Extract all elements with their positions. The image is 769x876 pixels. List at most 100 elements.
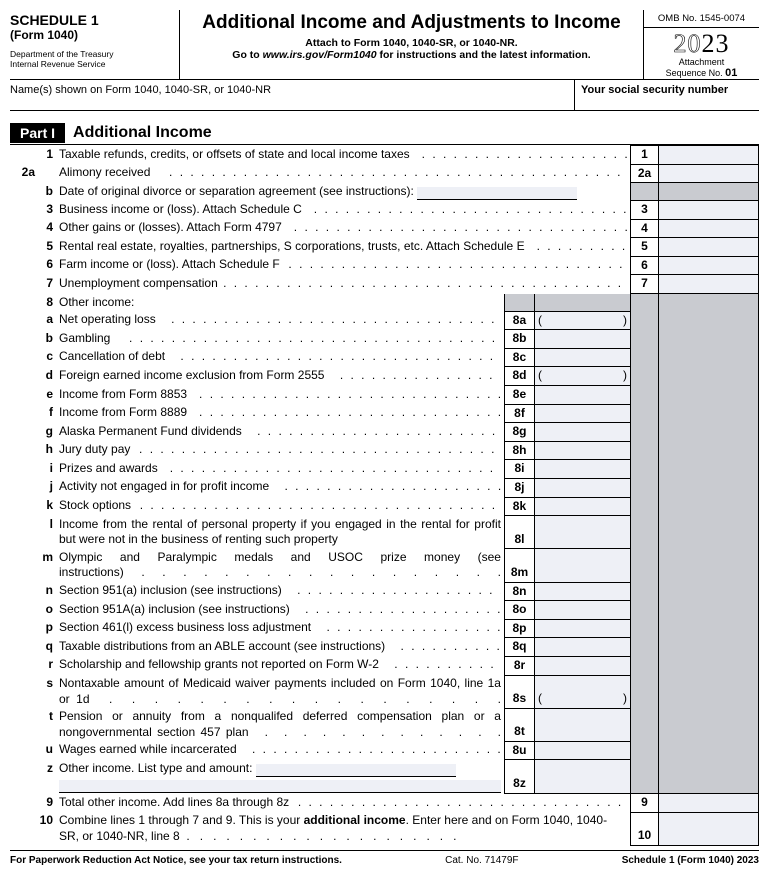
goto-post: for instructions and the latest informat… [377,49,591,61]
line-8k: k Stock options 8k [10,497,759,516]
box-10-value[interactable] [659,812,759,845]
box-6-value[interactable] [659,256,759,275]
box-8a-label: 8a [504,311,534,330]
box-8p-value[interactable] [534,619,630,638]
line-8q: q Taxable distributions from an ABLE acc… [10,638,759,657]
box-8u-value[interactable] [534,741,630,760]
line-3-text: Business income or (loss). Attach Schedu… [59,202,302,216]
line-8z-type-input[interactable] [256,764,456,777]
box-8c-value[interactable] [534,348,630,367]
box-8r-value[interactable] [534,656,630,675]
line-8z: z Other income. List type and amount: 8z [10,760,759,794]
year-outline: 20 [674,29,702,58]
line-5: 5 Rental real estate, royalties, partner… [10,238,759,257]
line-8d-text: Foreign earned income exclusion from For… [59,368,324,382]
box-8e-value[interactable] [534,386,630,405]
box-7-label: 7 [631,275,659,294]
line-3: 3 Business income or (loss). Attach Sche… [10,201,759,220]
box-1-value[interactable] [659,146,759,165]
box-8n-label: 8n [504,582,534,601]
box-5-value[interactable] [659,238,759,257]
box-8s-value[interactable]: () [534,675,630,708]
line-8n-text: Section 951(a) inclusion (see instructio… [59,583,282,597]
ssn-label: Your social security number [574,80,759,110]
line-8k-text: Stock options [59,498,131,512]
tax-year: 2023 [644,28,759,57]
line-8a-text: Net operating loss [59,312,156,326]
omb-number: OMB No. 1545-0074 [644,10,759,28]
footer-cat: Cat. No. 71479F [445,855,518,866]
line-8z-text: Other income. List type and amount: [59,761,252,775]
line-2b-input[interactable] [417,187,577,200]
line-8q-text: Taxable distributions from an ABLE accou… [59,639,385,653]
box-8j-value[interactable] [534,478,630,497]
schedule-label: SCHEDULE 1 [10,12,173,28]
line-8i: i Prizes and awards 8i [10,460,759,479]
line-8-text: Other income: [59,295,134,309]
box-8g-label: 8g [504,423,534,442]
name-ssn-row: Name(s) shown on Form 1040, 1040-SR, or … [10,80,759,111]
box-3-value[interactable] [659,201,759,220]
line-8c: c Cancellation of debt 8c [10,348,759,367]
header-right: OMB No. 1545-0074 2023 Attachment Sequen… [644,10,759,79]
box-8k-value[interactable] [534,497,630,516]
box-8p-label: 8p [504,619,534,638]
seq-no: 01 [725,67,737,79]
box-8j-label: 8j [504,478,534,497]
box-8i-value[interactable] [534,460,630,479]
box-8m-value[interactable] [534,549,630,582]
box-4-label: 4 [631,219,659,238]
line-8f-text: Income from Form 8889 [59,405,187,419]
box-8d-label: 8d [504,367,534,386]
box-8g-value[interactable] [534,423,630,442]
line-8g-text: Alaska Permanent Fund dividends [59,424,242,438]
box-9-value[interactable] [659,794,759,813]
goto-url: www.irs.gov/Form1040 [263,49,377,61]
box-8o-value[interactable] [534,601,630,620]
box-8f-value[interactable] [534,404,630,423]
header-left: SCHEDULE 1 (Form 1040) Department of the… [10,10,180,79]
form-title: Additional Income and Adjustments to Inc… [184,12,639,34]
goto-line: Go to www.irs.gov/Form1040 for instructi… [184,49,639,61]
line-8j: j Activity not engaged in for profit inc… [10,478,759,497]
line-10: 10 Combine lines 1 through 7 and 9. This… [10,812,759,845]
box-8n-value[interactable] [534,582,630,601]
line-6-text: Farm income or (loss). Attach Schedule F [59,257,280,271]
box-8b-value[interactable] [534,330,630,349]
line-8c-text: Cancellation of debt [59,349,165,363]
box-7-value[interactable] [659,275,759,294]
line-6: 6 Farm income or (loss). Attach Schedule… [10,256,759,275]
box-8e-label: 8e [504,386,534,405]
box-8t-value[interactable] [534,708,630,741]
line-8l-text: Income from the rental of personal prope… [59,517,501,548]
box-1-label: 1 [631,146,659,165]
line-8s-text: Nontaxable amount of Medicaid waiver pay… [59,676,501,706]
part-1-bar: Part I Additional Income [10,123,759,145]
box-8d-value[interactable]: () [534,367,630,386]
box-8m-label: 8m [504,549,534,582]
line-8e: e Income from Form 8853 8e [10,386,759,405]
box-2a-value[interactable] [659,164,759,183]
box-8f-label: 8f [504,404,534,423]
box-8h-label: 8h [504,441,534,460]
line-1: 1 Taxable refunds, credits, or offsets o… [10,146,759,165]
box-3-label: 3 [631,201,659,220]
box-8l-value[interactable] [534,516,630,549]
line-2a-text: Alimony received [59,165,150,179]
line-8j-text: Activity not engaged in for profit incom… [59,479,269,493]
box-8z-value[interactable] [534,760,630,794]
line-8f: f Income from Form 8889 8f [10,404,759,423]
line-8z-line2-input[interactable] [59,780,501,793]
box-8q-value[interactable] [534,638,630,657]
box-8h-value[interactable] [534,441,630,460]
box-8o-label: 8o [504,601,534,620]
box-4-value[interactable] [659,219,759,238]
seq-label: Sequence No. [666,68,726,78]
line-8g: g Alaska Permanent Fund dividends 8g [10,423,759,442]
line-8h-text: Jury duty pay [59,442,130,456]
box-8c-label: 8c [504,348,534,367]
box-8a-value[interactable]: () [534,311,630,330]
line-8o: o Section 951A(a) inclusion (see instruc… [10,601,759,620]
line-7: 7 Unemployment compensation 7 [10,275,759,294]
line-8n: n Section 951(a) inclusion (see instruct… [10,582,759,601]
